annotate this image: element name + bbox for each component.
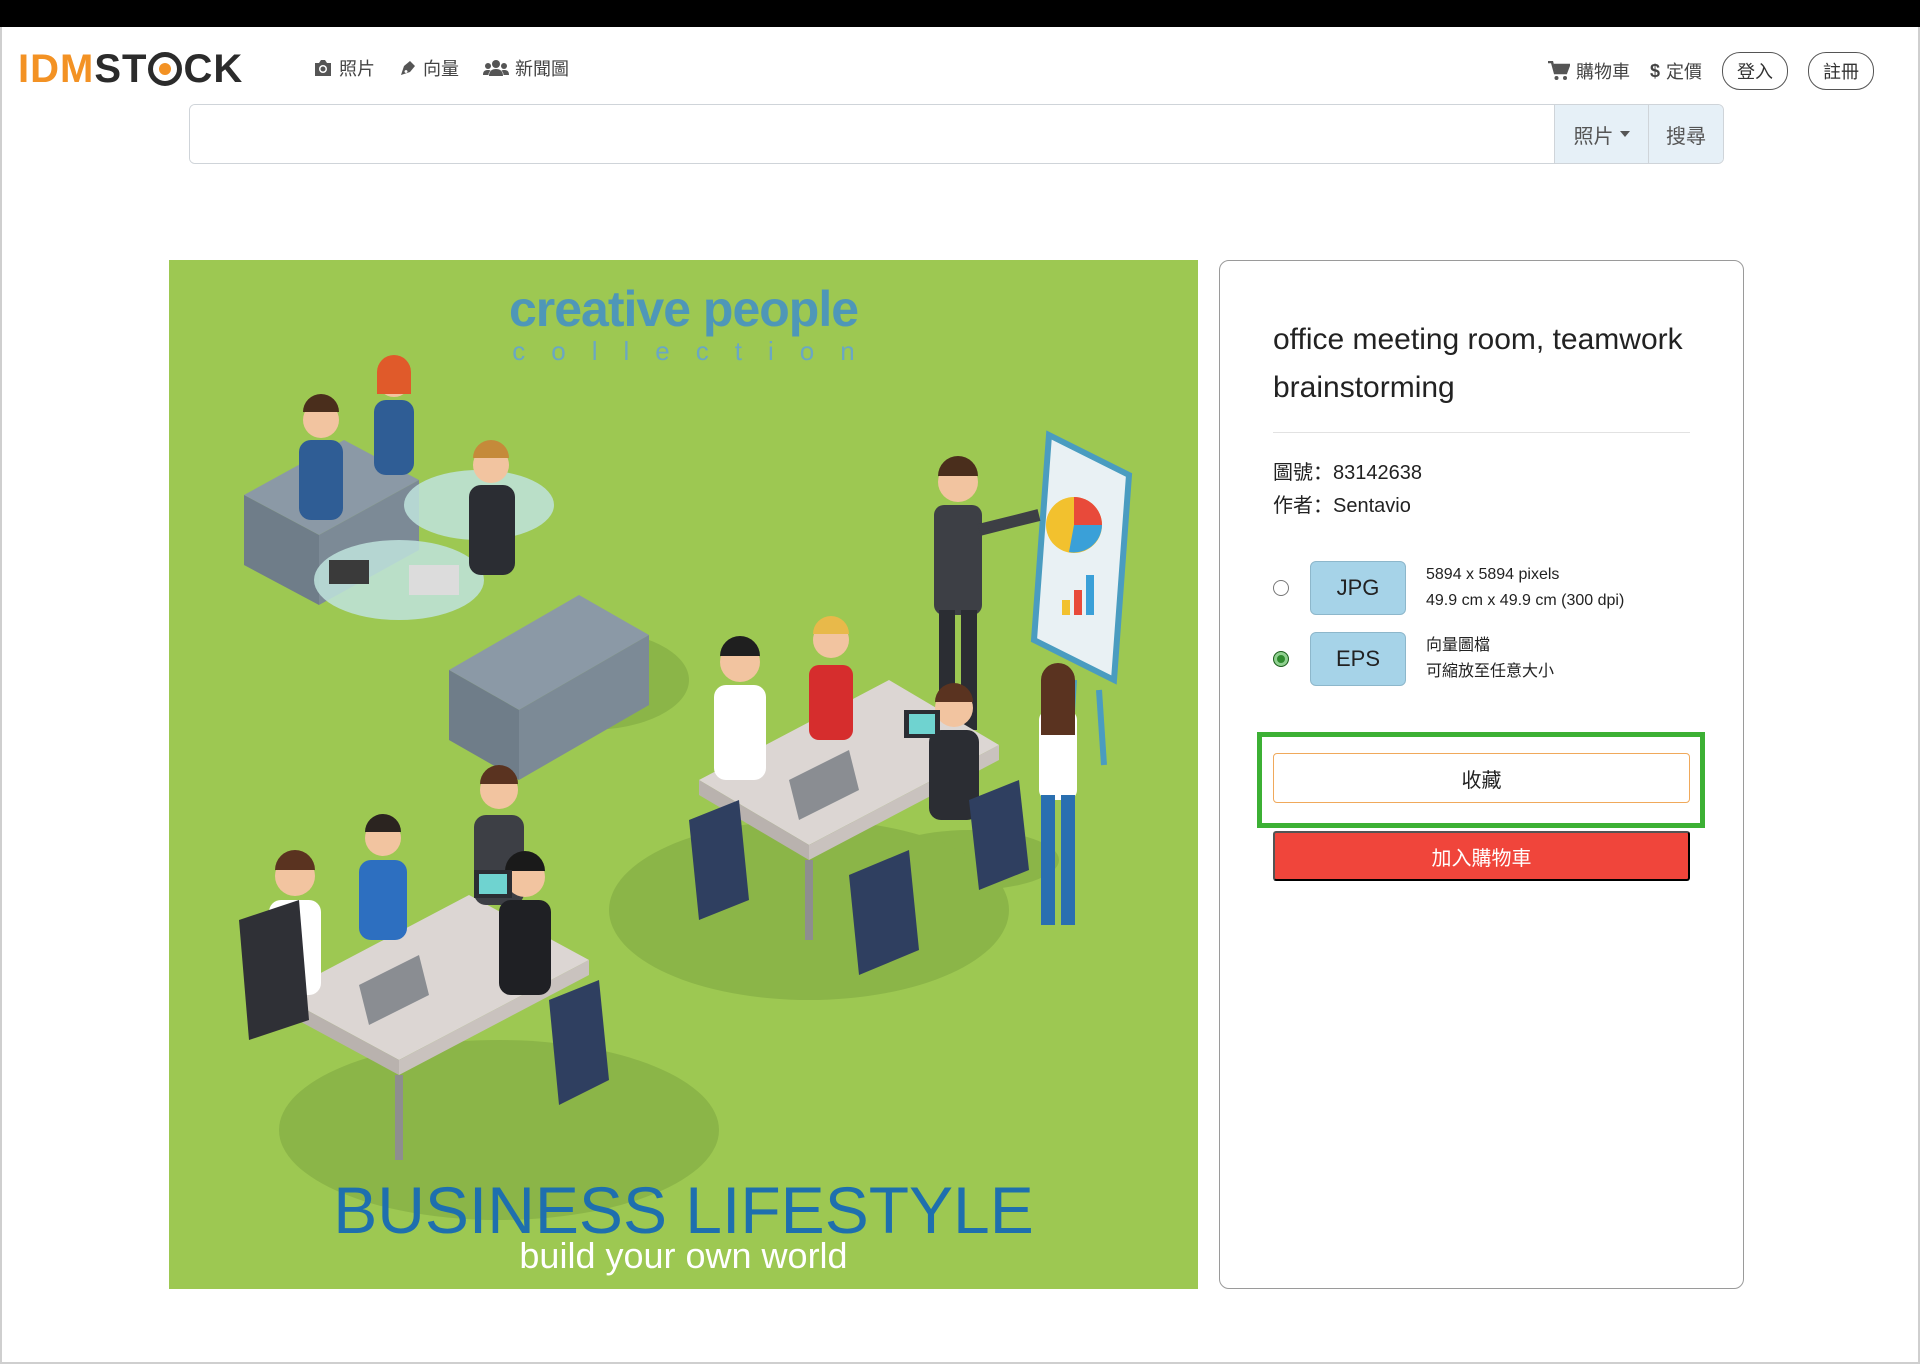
- caret-down-icon: [1619, 131, 1630, 137]
- nav-cart-label: 購物車: [1575, 62, 1630, 82]
- author-label: 作者：: [1273, 495, 1333, 517]
- camera-icon: [315, 60, 331, 76]
- image-id-label: 圖號：: [1273, 462, 1333, 484]
- image-brand-line2: collection: [512, 336, 881, 366]
- nav-pricing[interactable]: $ 定價: [1650, 58, 1702, 84]
- image-id-value: 83142638: [1333, 462, 1422, 484]
- search-bar: 照片 搜尋: [189, 104, 1724, 164]
- login-button[interactable]: 登入: [1722, 52, 1788, 90]
- nav-news[interactable]: 新聞圖: [483, 55, 569, 81]
- jpg-description: 5894 x 5894 pixels 49.9 cm x 49.9 cm (30…: [1426, 562, 1624, 614]
- users-icon: [483, 60, 509, 76]
- search-button[interactable]: 搜尋: [1648, 105, 1723, 163]
- option-eps: EPS 向量圖檔 可縮放至任意大小: [1273, 632, 1554, 686]
- nav-left: 照片 向量 新聞圖: [313, 55, 569, 81]
- search-input[interactable]: [190, 105, 1554, 163]
- top-black-bar: [0, 0, 1920, 27]
- search-type-dropdown[interactable]: 照片: [1554, 105, 1648, 163]
- office-illustration: [239, 355, 1133, 1220]
- nav-photo-label: 照片: [339, 59, 375, 79]
- eps-scalable-note: 可縮放至任意大小: [1426, 663, 1555, 680]
- jpg-size-pixels: 5894 x 5894 pixels: [1426, 566, 1560, 583]
- eps-format-button[interactable]: EPS: [1310, 632, 1406, 686]
- author-value[interactable]: Sentavio: [1333, 490, 1411, 523]
- favorite-button[interactable]: 收藏: [1273, 753, 1690, 803]
- nav-cart[interactable]: 購物車: [1547, 58, 1630, 84]
- image-meta: 圖號： 83142638 作者： Sentavio: [1273, 457, 1422, 523]
- nav-right: 購物車 $ 定價 登入 註冊: [1547, 52, 1874, 90]
- jpg-size-cm: 49.9 cm x 49.9 cm (300 dpi): [1426, 592, 1625, 609]
- logo-text-ck: CK: [183, 46, 244, 91]
- logo-text-st: ST: [94, 46, 148, 91]
- cart-icon: [1547, 61, 1570, 80]
- jpg-format-button[interactable]: JPG: [1310, 561, 1406, 615]
- jpg-radio[interactable]: [1273, 580, 1289, 596]
- image-title: office meeting room, teamwork brainstorm…: [1273, 323, 1683, 404]
- nav-vector-label: 向量: [423, 59, 459, 79]
- divider: [1273, 432, 1690, 433]
- nav-photo[interactable]: 照片: [313, 55, 375, 81]
- eps-description: 向量圖檔 可縮放至任意大小: [1426, 633, 1554, 685]
- pen-icon: [401, 61, 415, 75]
- eps-type: 向量圖檔: [1426, 637, 1491, 654]
- register-button[interactable]: 註冊: [1808, 52, 1874, 90]
- navbar: IDM ST CK 照片 向量 新聞圖 購物車 $ 定價 登入 註冊: [0, 27, 1920, 107]
- image-tagline: build your own world: [519, 1235, 848, 1276]
- logo-text-idm: IDM: [18, 46, 95, 91]
- option-jpg: JPG 5894 x 5894 pixels 49.9 cm x 49.9 cm…: [1273, 561, 1624, 615]
- image-id-row: 圖號： 83142638: [1273, 457, 1422, 490]
- idmstock-logo[interactable]: IDM ST CK: [18, 46, 244, 91]
- dollar-icon: $: [1649, 60, 1660, 81]
- nav-vector[interactable]: 向量: [399, 55, 459, 81]
- image-brand-line1: creative people: [508, 281, 859, 337]
- detail-panel: office meeting room, teamwork brainstorm…: [1219, 260, 1744, 1289]
- add-to-cart-button[interactable]: 加入購物車: [1273, 831, 1690, 881]
- author-row: 作者： Sentavio: [1273, 490, 1422, 523]
- nav-pricing-label: 定價: [1666, 62, 1702, 82]
- search-type-label: 照片: [1573, 125, 1614, 148]
- nav-news-label: 新聞圖: [515, 59, 569, 79]
- stock-image-preview[interactable]: creative people collection BUSINESS LIFE…: [169, 260, 1198, 1289]
- eye-icon: [148, 52, 183, 86]
- eps-radio[interactable]: [1273, 651, 1289, 667]
